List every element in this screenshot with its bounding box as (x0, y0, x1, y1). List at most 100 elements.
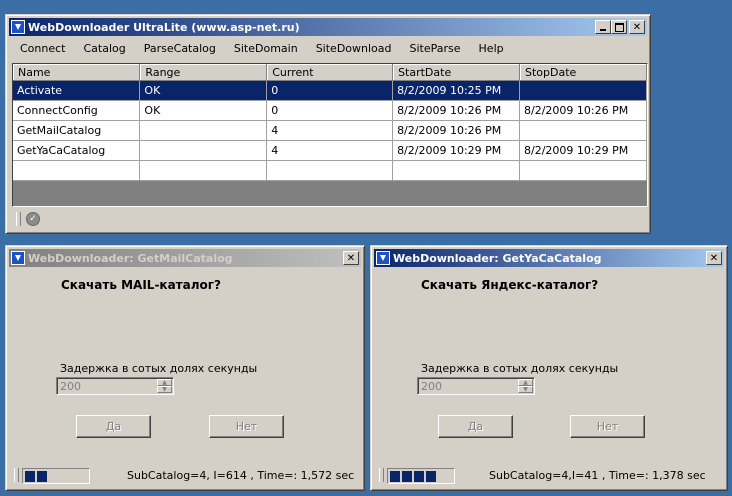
app-download-icon (376, 251, 390, 265)
table-cell: 8/2/2009 10:29 PM (392, 140, 521, 161)
progress-block (25, 471, 35, 482)
yaca-dialog-title: WebDownloader: GetYaCaCatalog (393, 251, 602, 265)
table-cell: 8/2/2009 10:29 PM (519, 140, 647, 161)
maximize-icon (614, 22, 624, 32)
table-cell: Activate (13, 80, 141, 101)
table-row[interactable]: Activate OK 0 8/2/2009 10:25 PM (13, 80, 647, 101)
app-download-icon (11, 251, 25, 265)
table-cell: GetYaCaCatalog (13, 140, 141, 161)
yaca-status-text: SubCatalog=4,I=41 , Time=: 1,378 sec (489, 469, 706, 482)
spin-down-icon[interactable]: ▼ (157, 386, 172, 393)
app-download-icon (11, 20, 25, 34)
progress-block (402, 471, 412, 482)
yaca-yes-button[interactable]: Да (438, 415, 513, 438)
progress-block (390, 471, 400, 482)
yaca-dialog-title-bar[interactable]: WebDownloader: GetYaCaCatalog ✕ (374, 249, 724, 267)
main-window-title: WebDownloader UltraLite (www.asp-net.ru) (28, 20, 300, 34)
table-cell: 8/2/2009 10:26 PM (392, 100, 521, 121)
status-grip (379, 468, 384, 482)
menu-item-sitedownload[interactable]: SiteDownload (307, 42, 401, 55)
mail-delay-spinner[interactable]: ▲ ▼ (56, 377, 174, 395)
yaca-progress-bar (387, 468, 455, 484)
column-header-name[interactable]: Name (13, 64, 141, 81)
table-cell: 8/2/2009 10:26 PM (392, 120, 521, 141)
status-grip (14, 468, 19, 482)
yaca-delay-label: Задержка в сотых долях секунды (421, 362, 619, 375)
column-header-current[interactable]: Current (266, 64, 394, 81)
mail-dialog-title: WebDownloader: GetMailCatalog (28, 251, 233, 265)
main-title-bar[interactable]: WebDownloader UltraLite (www.asp-net.ru)… (9, 18, 647, 36)
minimize-icon (600, 28, 606, 31)
yaca-no-button[interactable]: Нет (570, 415, 645, 438)
mail-status-bar: SubCatalog=4, I=614 , Time=: 1,572 sec (10, 465, 360, 485)
progress-block (426, 471, 436, 482)
minimize-button[interactable] (595, 20, 611, 34)
mail-delay-input[interactable] (59, 380, 154, 392)
table-cell (139, 140, 268, 161)
yaca-dialog-prompt: Скачать Яндекс-каталог? (421, 278, 599, 292)
checkmark-status-icon: ✓ (26, 212, 40, 226)
table-cell (13, 160, 141, 181)
table-cell: GetMailCatalog (13, 120, 141, 141)
table-cell (392, 160, 521, 181)
column-header-stopdate[interactable]: StopDate (519, 64, 647, 81)
table-cell (266, 160, 394, 181)
close-icon: ✕ (346, 252, 356, 264)
yaca-delay-spinner[interactable]: ▲ ▼ (417, 377, 535, 395)
table-cell: 8/2/2009 10:26 PM (519, 100, 647, 121)
table-cell: OK (139, 80, 268, 101)
menu-item-siteparse[interactable]: SiteParse (401, 42, 470, 55)
maximize-button[interactable] (611, 20, 627, 34)
column-header-range[interactable]: Range (139, 64, 268, 81)
mail-status-text: SubCatalog=4, I=614 , Time=: 1,572 sec (127, 469, 355, 482)
dialog-get-mail-catalog: WebDownloader: GetMailCatalog ✕ Скачать … (5, 245, 365, 491)
main-status-bar: ✓ (12, 209, 646, 229)
table-cell: 0 (266, 80, 394, 101)
menu-bar: Connect Catalog ParseCatalog SiteDomain Site… (9, 39, 647, 57)
table-cell (519, 160, 647, 181)
mail-yes-button[interactable]: Да (76, 415, 151, 438)
progress-block (37, 471, 47, 482)
task-table: Name Range Current StartDate StopDate Activa… (13, 64, 647, 181)
table-row[interactable] (13, 160, 647, 181)
mail-dialog-close-button[interactable]: ✕ (343, 251, 359, 265)
mail-no-button[interactable]: Нет (209, 415, 284, 438)
table-cell (519, 80, 647, 101)
table-cell: OK (139, 100, 268, 121)
spin-up-icon[interactable]: ▲ (518, 379, 533, 386)
table-cell (519, 120, 647, 141)
yaca-dialog-close-button[interactable]: ✕ (706, 251, 722, 265)
mail-progress-bar (22, 468, 90, 484)
mail-delay-label: Задержка в сотых долях секунды (60, 362, 258, 375)
menu-item-help[interactable]: Help (470, 42, 513, 55)
close-icon: ✕ (632, 21, 642, 33)
menu-item-parsecatalog[interactable]: ParseCatalog (135, 42, 225, 55)
yaca-status-bar: SubCatalog=4,I=41 , Time=: 1,378 sec (375, 465, 723, 485)
table-cell: ConnectConfig (13, 100, 141, 121)
table-cell: 0 (266, 100, 394, 121)
spin-up-icon[interactable]: ▲ (157, 379, 172, 386)
table-row[interactable]: GetYaCaCatalog 4 8/2/2009 10:29 PM 8/2/2009… (13, 140, 647, 161)
menu-item-sitedomain[interactable]: SiteDomain (225, 42, 307, 55)
task-grid[interactable]: Name Range Current StartDate StopDate Activa… (12, 63, 648, 207)
column-header-startdate[interactable]: StartDate (392, 64, 521, 81)
mail-dialog-prompt: Скачать MAIL-каталог? (61, 278, 221, 292)
table-cell (139, 160, 268, 181)
status-grip (16, 212, 21, 226)
main-window: WebDownloader UltraLite (www.asp-net.ru)… (5, 14, 651, 234)
close-button[interactable]: ✕ (629, 20, 645, 34)
table-cell: 8/2/2009 10:25 PM (392, 80, 521, 101)
close-icon: ✕ (709, 252, 719, 264)
table-cell (139, 120, 268, 141)
table-row[interactable]: GetMailCatalog 4 8/2/2009 10:26 PM (13, 120, 647, 141)
table-cell: 4 (266, 140, 394, 161)
mail-dialog-title-bar[interactable]: WebDownloader: GetMailCatalog ✕ (9, 249, 361, 267)
menu-item-catalog[interactable]: Catalog (74, 42, 134, 55)
table-row[interactable]: ConnectConfig OK 0 8/2/2009 10:26 PM 8/2/200… (13, 100, 647, 121)
yaca-delay-input[interactable] (420, 380, 515, 392)
dialog-get-yaca-catalog: WebDownloader: GetYaCaCatalog ✕ Скачать … (370, 245, 728, 491)
spin-down-icon[interactable]: ▼ (518, 386, 533, 393)
table-cell: 4 (266, 120, 394, 141)
menu-item-connect[interactable]: Connect (9, 42, 74, 55)
progress-block (414, 471, 424, 482)
